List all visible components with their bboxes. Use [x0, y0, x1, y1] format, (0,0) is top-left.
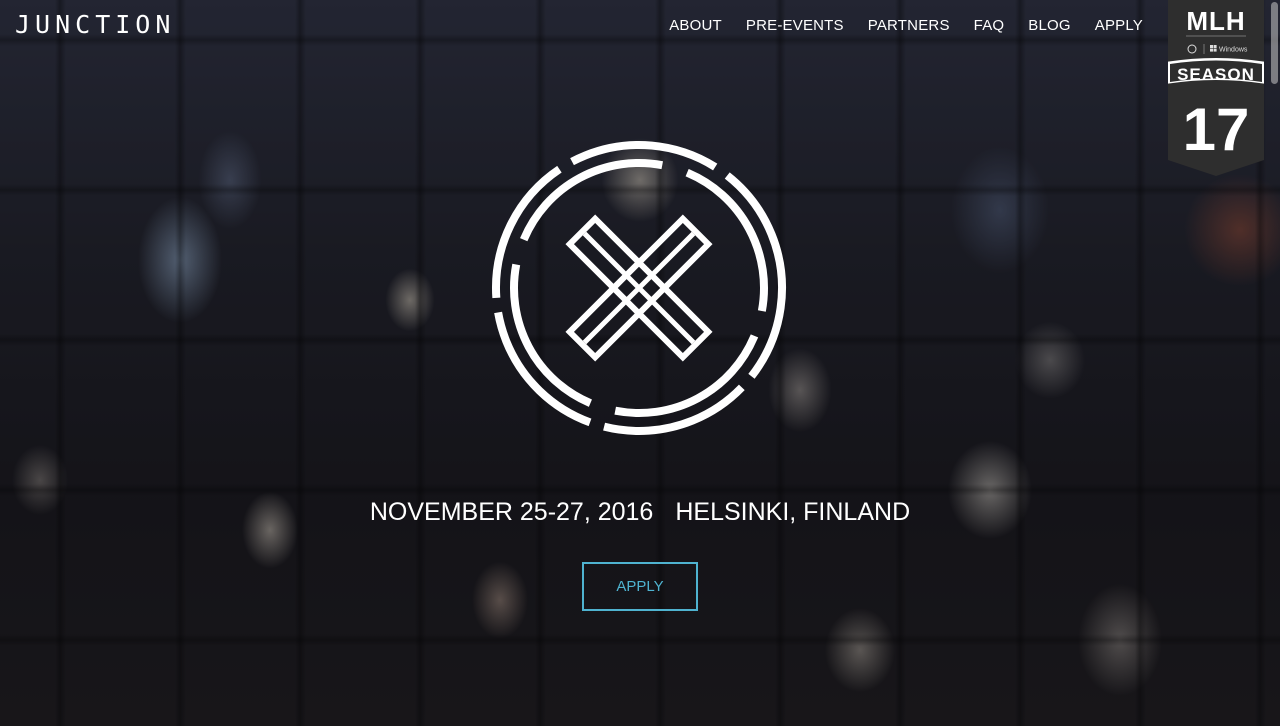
nav-link-pre-events[interactable]: PRE-EVENTS [746, 17, 844, 34]
top-navbar: JUNCTION ABOUT PRE-EVENTS PARTNERS FAQ B… [0, 0, 1280, 52]
nav-item-partners: PARTNERS [868, 16, 950, 36]
nav-item-apply: APPLY [1095, 16, 1143, 36]
nav-item-about: ABOUT [669, 16, 722, 36]
nav-link-partners[interactable]: PARTNERS [868, 17, 950, 34]
apply-button[interactable]: APPLY [582, 562, 698, 611]
nav-link-about[interactable]: ABOUT [669, 17, 722, 34]
event-location: HELSINKI, FINLAND [675, 498, 911, 526]
nav-link-blog[interactable]: BLOG [1028, 17, 1070, 34]
nav-link-faq[interactable]: FAQ [974, 17, 1005, 34]
hero-section: JUNCTION ABOUT PRE-EVENTS PARTNERS FAQ B… [0, 0, 1280, 726]
nav-item-faq: FAQ [974, 16, 1005, 36]
event-details: NOVEMBER 25-27, 2016 HELSINKI, FINLAND [0, 496, 1280, 528]
nav-item-blog: BLOG [1028, 16, 1070, 36]
main-menu: ABOUT PRE-EVENTS PARTNERS FAQ BLOG APPLY [669, 16, 1143, 36]
nav-link-apply[interactable]: APPLY [1095, 17, 1143, 34]
season-label: SEASON [1177, 65, 1255, 84]
brand-logo-link[interactable]: JUNCTION [15, 11, 175, 39]
junction-emblem-icon [492, 141, 786, 435]
mlh-season-badge[interactable]: MLH Windows SEASON 17 [1168, 0, 1264, 176]
page-scrollbar[interactable] [1271, 2, 1278, 84]
mlh-logo-text: MLH [1186, 6, 1245, 36]
event-date: NOVEMBER 25-27, 2016 [369, 498, 654, 526]
season-number: 17 [1183, 96, 1250, 163]
windows-label: Windows [1219, 47, 1248, 54]
nav-item-pre-events: PRE-EVENTS [746, 16, 844, 36]
